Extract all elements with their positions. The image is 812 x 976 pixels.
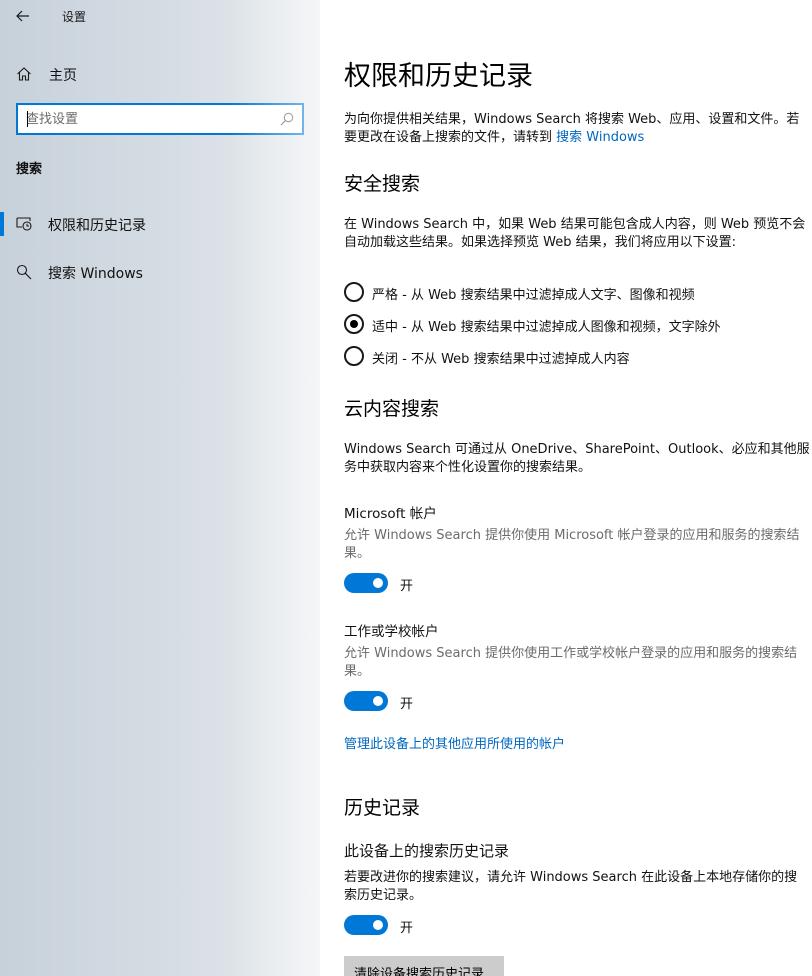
sidebar-item-label: 权限和历史记录 [48, 218, 146, 234]
clear-device-history-button[interactable]: 清除设备搜索历史记录 [344, 956, 504, 976]
sidebar-item-search-windows[interactable]: 搜索 Windows [0, 252, 320, 292]
cloud-search-heading: 云内容搜索 [344, 398, 440, 420]
sidebar-item-permissions-history[interactable]: 权限和历史记录 [0, 204, 320, 244]
selection-indicator [0, 212, 4, 236]
search-icon[interactable] [280, 112, 294, 126]
radio-button[interactable] [344, 346, 364, 366]
main-content: 权限和历史记录 为向你提供相关结果，Windows Search 将搜索 Web… [320, 0, 812, 976]
work-school-account-toggle-state: 开 [400, 697, 414, 712]
sidebar-item-label: 主页 [49, 68, 77, 84]
safe-search-option-off[interactable]: 关闭 - 不从 Web 搜索结果中过滤掉成人内容 [344, 346, 804, 368]
device-history-description: 若要改进你的搜索建议，请允许 Windows Search 在此设备上本地存储你… [344, 870, 798, 903]
work-school-account-label: 工作或学校帐户 [344, 624, 439, 640]
safe-search-option-moderate[interactable]: 适中 - 从 Web 搜索结果中过滤掉成人图像和视频，文字除外 [344, 314, 804, 336]
radio-label: 适中 - 从 Web 搜索结果中过滤掉成人图像和视频，文字除外 [372, 320, 721, 335]
home-icon [17, 67, 31, 81]
radio-dot [350, 320, 358, 328]
history-heading: 历史记录 [344, 797, 421, 819]
settings-search-box[interactable] [16, 103, 304, 135]
back-arrow-icon [16, 10, 29, 22]
microsoft-account-label: Microsoft 帐户 [344, 506, 437, 522]
radio-label: 严格 - 从 Web 搜索结果中过滤掉成人文字、图像和视频 [372, 288, 695, 303]
page-title: 权限和历史记录 [344, 61, 533, 92]
sidebar: 设置 主页 搜索 权限和历史记录 搜索 Windows [0, 0, 320, 976]
cloud-search-description: Windows Search 可通过从 OneDrive、SharePoint、… [344, 442, 810, 475]
search-windows-link[interactable]: 搜索 Windows [556, 130, 644, 145]
title-bar: 设置 [0, 0, 320, 32]
microsoft-account-description: 允许 Windows Search 提供你使用 Microsoft 帐户登录的应… [344, 528, 800, 561]
intro-text: 为向你提供相关结果，Windows Search 将搜索 Web、应用、设置和文… [344, 111, 810, 147]
sidebar-section-heading: 搜索 [16, 162, 43, 177]
sidebar-item-label: 搜索 Windows [48, 266, 143, 282]
microsoft-account-toggle[interactable] [344, 573, 388, 593]
safe-search-heading: 安全搜索 [344, 173, 421, 195]
toggle-knob [373, 920, 383, 930]
safe-search-option-strict[interactable]: 严格 - 从 Web 搜索结果中过滤掉成人文字、图像和视频 [344, 282, 804, 304]
device-history-label: 此设备上的搜索历史记录 [344, 842, 510, 860]
text-caret [27, 111, 28, 127]
radio-label: 关闭 - 不从 Web 搜索结果中过滤掉成人内容 [372, 352, 630, 367]
microsoft-account-toggle-state: 开 [400, 579, 414, 594]
safe-search-description: 在 Windows Search 中，如果 Web 结果可能包含成人内容，则 W… [344, 217, 806, 250]
app-title: 设置 [62, 10, 87, 24]
work-school-account-description: 允许 Windows Search 提供你使用工作或学校帐户登录的应用和服务的搜… [344, 646, 798, 679]
radio-button-selected[interactable] [344, 314, 364, 334]
work-school-account-toggle[interactable] [344, 691, 388, 711]
sidebar-item-home[interactable]: 主页 [0, 58, 320, 90]
device-history-toggle[interactable] [344, 915, 388, 935]
toggle-knob [373, 578, 383, 588]
permissions-history-icon [16, 217, 32, 231]
toggle-knob [373, 696, 383, 706]
search-icon [16, 264, 32, 280]
manage-accounts-link[interactable]: 管理此设备上的其他应用所使用的帐户 [344, 733, 565, 752]
settings-search-input[interactable] [26, 109, 272, 129]
radio-button[interactable] [344, 282, 364, 302]
device-history-toggle-state: 开 [400, 921, 414, 936]
back-button[interactable] [8, 3, 38, 29]
